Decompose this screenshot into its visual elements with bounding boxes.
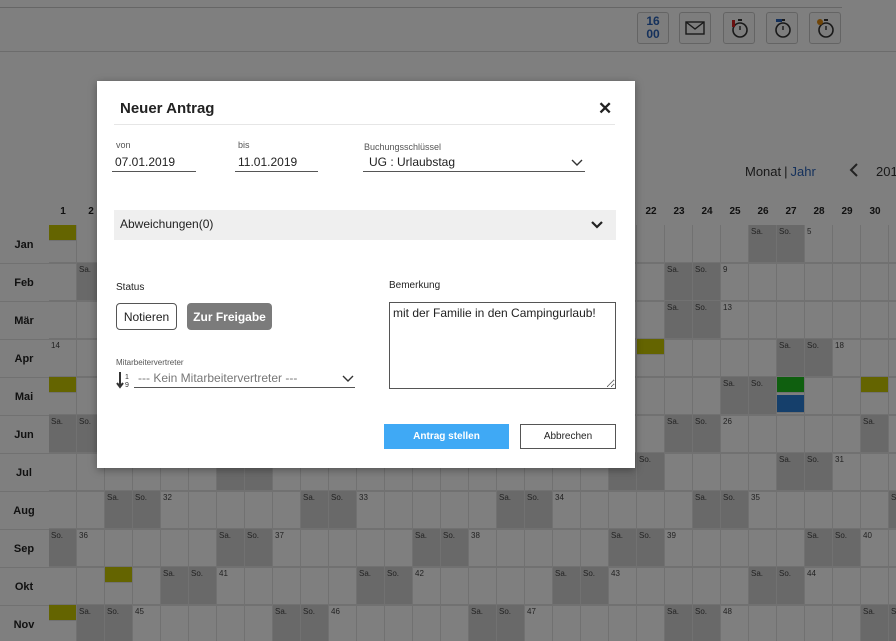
chevron-down-icon [591,221,603,229]
von-label: von [116,140,131,150]
status-label: Status [116,282,145,293]
chevron-down-icon[interactable] [342,373,354,385]
dialog-divider [114,124,615,125]
sort-numeric-icon[interactable]: 19 [116,371,132,389]
dialog-title: Neuer Antrag [120,100,215,117]
mitarbeitervertreter-label: Mitarbeitervertreter [116,358,184,367]
zur-freigabe-button[interactable]: Zur Freigabe [187,303,272,330]
bemerkung-label: Bemerkung [389,280,441,291]
close-icon[interactable]: ✕ [598,99,612,119]
svg-text:9: 9 [125,382,129,389]
mitarbeitervertreter-select[interactable]: --- Kein Mitarbeitervertreter --- [134,371,355,388]
notieren-button[interactable]: Notieren [116,303,177,330]
bemerkung-textarea[interactable]: mit der Familie in den Campingurlaub! [389,302,616,389]
buchungsschluessel-label: Buchungsschlüssel [364,142,442,152]
new-request-dialog: Neuer Antrag ✕ von 07.01.2019 bis 11.01.… [97,81,635,468]
von-date-field[interactable]: 07.01.2019 [112,155,196,172]
antrag-stellen-button[interactable]: Antrag stellen [384,424,509,449]
buchungsschluessel-select[interactable]: UG : Urlaubstag [363,155,585,172]
abbrechen-button[interactable]: Abbrechen [520,424,616,449]
abweichungen-accordion[interactable]: Abweichungen(0) [114,210,616,240]
abweichungen-label: Abweichungen(0) [120,217,214,231]
chevron-down-icon[interactable] [571,157,583,169]
svg-text:1: 1 [125,374,129,381]
bis-label: bis [238,140,250,150]
bis-date-field[interactable]: 11.01.2019 [235,155,318,172]
